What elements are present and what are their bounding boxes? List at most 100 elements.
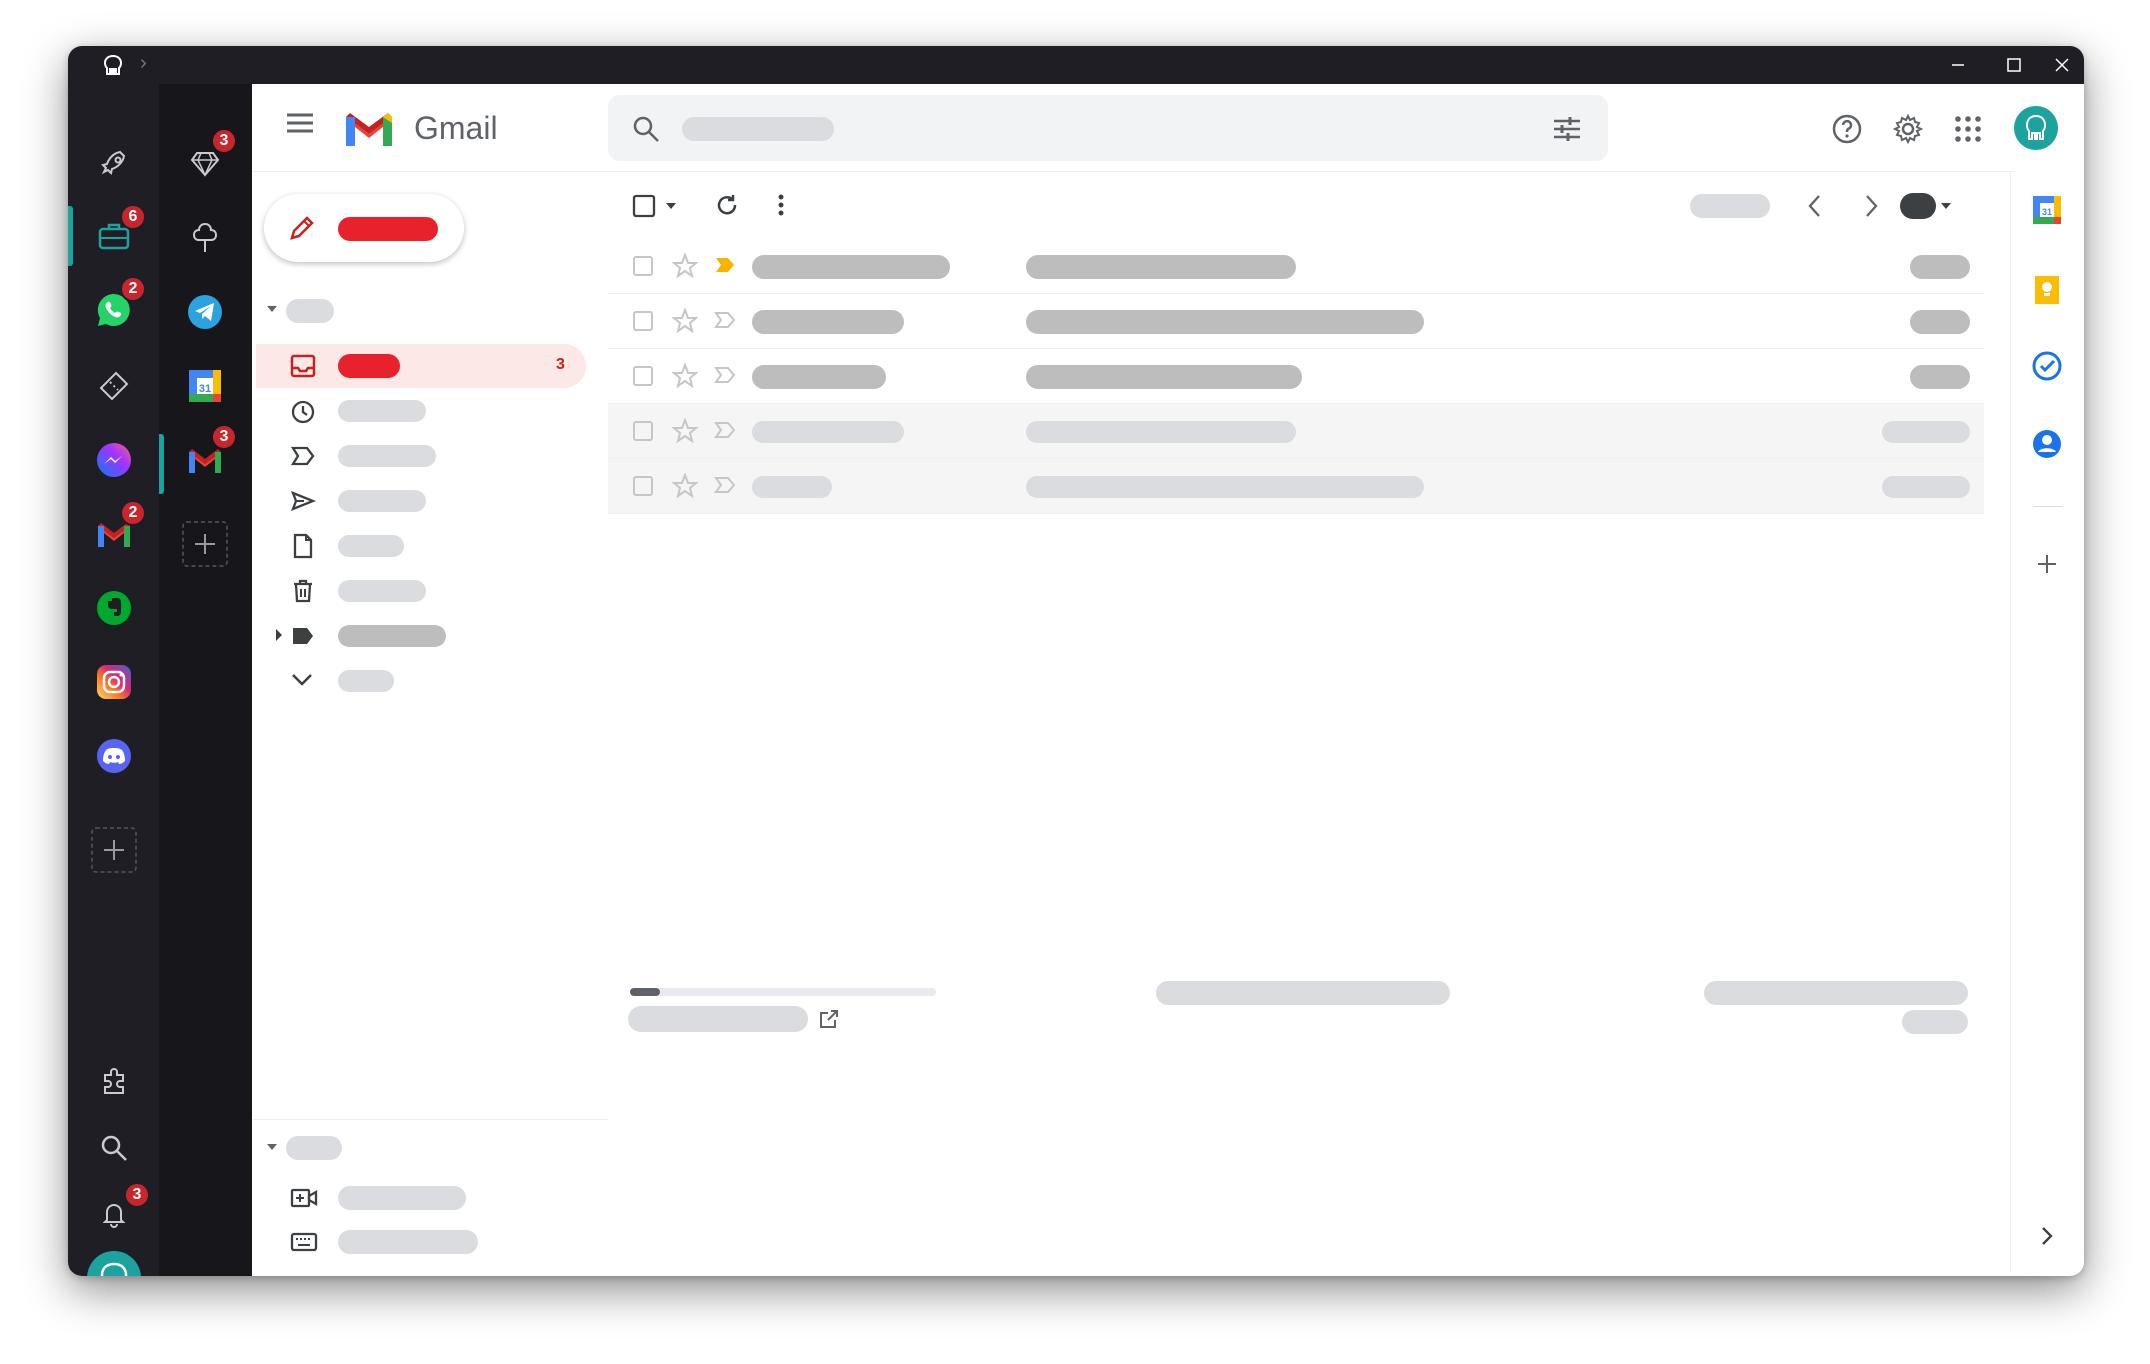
settings-gear-icon[interactable] [1892,113,1924,145]
expand-caret-icon[interactable] [274,628,284,642]
star-icon[interactable] [672,308,698,334]
add-addon-icon[interactable] [2035,552,2059,576]
collapse-caret-icon[interactable] [266,1142,278,1152]
newer-chevron-right-icon[interactable] [1862,193,1880,219]
active-indicator [159,434,164,494]
gmail-icon[interactable]: 2 [90,500,146,558]
gmail-logo-icon[interactable] [342,108,396,148]
ticket-icon[interactable] [90,362,138,410]
account-avatar[interactable] [2013,105,2059,151]
sidebar-item-inbox[interactable]: 3 [256,344,586,388]
draft-file-icon [292,533,314,559]
panel-divider [2033,506,2063,507]
email-row[interactable] [608,349,1984,404]
sidebar-item-trash[interactable] [256,569,586,613]
input-tools-caret-icon[interactable] [1940,201,1952,211]
star-icon[interactable] [672,253,698,279]
maximize-button[interactable] [1992,49,2036,81]
important-label [338,445,436,467]
star-icon[interactable] [672,473,698,499]
add-service-button[interactable] [90,826,138,874]
add-workspace-button[interactable] [181,520,229,568]
important-marker-icon[interactable] [714,476,736,494]
subject-text [1026,476,1424,498]
more-vert-icon[interactable] [776,193,786,217]
row-checkbox[interactable] [632,310,654,332]
messenger-icon[interactable] [90,436,138,484]
search-options-icon[interactable] [1552,115,1582,143]
contacts-icon[interactable] [2031,428,2063,460]
sidebar-item-more[interactable] [256,659,586,703]
row-checkbox[interactable] [632,475,654,497]
new-meeting-label[interactable] [338,1186,466,1210]
collapse-caret-icon[interactable] [266,304,278,314]
search-icon[interactable] [90,1124,138,1172]
search-input[interactable] [682,117,834,141]
meet-section-label [286,1136,342,1160]
row-checkbox[interactable] [632,255,654,277]
google-calendar-icon[interactable]: 31 [2031,194,2063,226]
join-meeting-label[interactable] [338,1230,478,1254]
sidebar-item-important[interactable] [256,434,586,478]
row-checkbox[interactable] [632,365,654,387]
select-dropdown-caret-icon[interactable] [665,201,677,211]
close-button[interactable] [2040,49,2084,81]
app-title[interactable]: Gmail [414,110,498,147]
tree-icon[interactable] [181,214,229,262]
sidebar-divider [253,1119,608,1120]
important-marker-icon[interactable] [714,366,736,384]
rocket-icon[interactable] [90,140,138,188]
select-all-checkbox[interactable] [632,194,656,218]
instagram-icon[interactable] [90,658,138,706]
important-marker-icon[interactable] [714,256,736,274]
sidebar-item-labels[interactable] [256,614,586,658]
new-meeting-icon[interactable] [290,1186,318,1210]
subject-text [1026,421,1296,443]
telegram-icon[interactable] [181,288,229,336]
email-row[interactable] [608,459,1984,514]
older-chevron-left-icon[interactable] [1806,193,1824,219]
gmail-workspace-icon[interactable]: 3 [181,424,237,484]
details-link[interactable] [1902,1010,1968,1034]
open-external-icon[interactable] [818,1008,840,1030]
sidebar-item-sent[interactable] [256,479,586,523]
terms-text[interactable] [1156,981,1450,1005]
email-row[interactable] [608,404,1984,459]
email-row[interactable] [608,239,1984,294]
email-row[interactable] [608,294,1984,349]
search-bar[interactable] [608,95,1608,161]
minimize-button[interactable] [1936,49,1980,81]
evernote-icon[interactable] [90,584,138,632]
tasks-icon[interactable] [2031,350,2063,382]
subject-text [1026,365,1302,389]
keep-icon[interactable] [2033,274,2061,306]
sidebar-item-drafts[interactable] [256,524,586,568]
date-text [1910,255,1970,279]
sidebar-item-snoozed[interactable] [256,389,586,433]
apps-grid-icon[interactable] [1954,115,1982,143]
important-marker-icon[interactable] [714,311,736,329]
bell-icon[interactable]: 3 [90,1182,150,1238]
google-calendar-icon[interactable]: 31 [181,362,229,410]
star-icon[interactable] [672,418,698,444]
app-logo-icon[interactable] [100,53,126,79]
keyboard-icon[interactable] [290,1232,318,1252]
main-menu-icon[interactable] [285,112,315,134]
show-side-panel-icon[interactable] [2039,1224,2055,1248]
search-icon[interactable] [632,115,660,143]
whatsapp-icon[interactable]: 2 [90,276,146,334]
row-checkbox[interactable] [632,420,654,442]
help-icon[interactable] [1831,113,1863,145]
important-marker-icon[interactable] [714,421,736,439]
diamond-icon[interactable]: 3 [181,128,237,188]
user-avatar[interactable] [86,1250,142,1276]
star-icon[interactable] [672,363,698,389]
chevron-right-icon[interactable]: › [140,52,147,75]
refresh-icon[interactable] [714,192,740,218]
discord-icon[interactable] [90,732,138,780]
briefcase-icon[interactable]: 6 [90,204,146,260]
input-tools-toggle[interactable] [1900,193,1936,219]
extension-icon[interactable] [90,1058,138,1106]
compose-button[interactable] [264,194,464,262]
trash-icon [292,578,314,604]
